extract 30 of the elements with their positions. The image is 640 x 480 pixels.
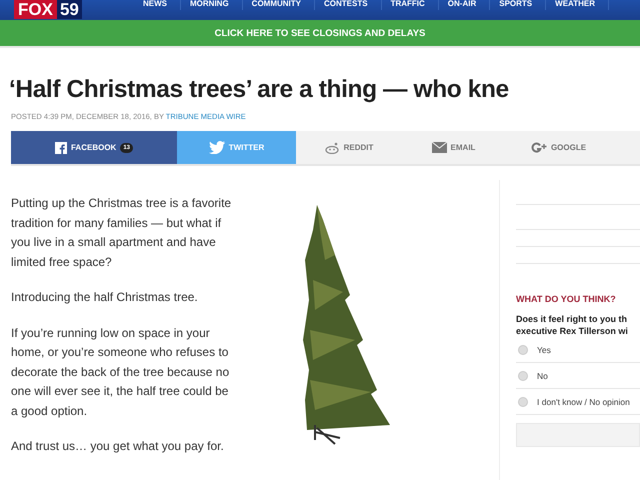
radio-button[interactable] xyxy=(518,344,528,354)
logo[interactable]: FOX 59 xyxy=(14,0,124,20)
radio-button[interactable] xyxy=(518,396,528,406)
option-label: I don't know / No opinion xyxy=(537,396,630,406)
nav-link[interactable]: ON-AIR xyxy=(438,0,490,10)
nav-link[interactable]: WEATHER xyxy=(546,0,609,10)
facebook-icon xyxy=(54,142,67,154)
bird-icon xyxy=(208,141,225,154)
headline: ‘Half Christmas trees’ are a thing — who kne xyxy=(9,75,510,105)
g-plus-icon xyxy=(530,142,547,154)
nav-link[interactable]: CONTESTS xyxy=(315,0,382,10)
nav-link[interactable]: COMMUNITY xyxy=(242,0,315,10)
poll-heading: WHAT DO YOU THINK? xyxy=(516,294,617,304)
nav-link[interactable]: TRAFFIC xyxy=(382,0,439,10)
alien-icon xyxy=(324,142,340,154)
option-label: No xyxy=(537,370,548,380)
article-paragraph: If you’re running low on space in your home, or you’re someone who refuses to decorate the back of the tree because no one will ever see it, the half tree could be a good option. xyxy=(11,324,230,420)
article-paragraph: Putting up the Christmas tree is a favorite tradition for many families — but what if you live in a small apartment and have limited free space? xyxy=(11,195,232,270)
google-share-button[interactable]: GOOGLE xyxy=(506,131,611,164)
option-label: Yes xyxy=(537,344,551,354)
article-paragraph: And trust us… you get what you pay for. xyxy=(11,438,225,455)
nav-link[interactable]: NEWS xyxy=(134,0,181,10)
poll-question: Does it feel right to you th executive Rex Tillerson wi xyxy=(516,313,629,337)
nav-link[interactable]: SPORTS xyxy=(490,0,546,10)
article-paragraph: Introducing the half Christmas tree. xyxy=(11,289,199,306)
reddit-share-button[interactable]: REDDIT xyxy=(296,131,401,164)
email-share-button[interactable]: EMAIL xyxy=(401,131,506,164)
envelope-icon xyxy=(432,142,447,153)
radio-button[interactable] xyxy=(518,370,528,380)
nav-link[interactable]: MORNING xyxy=(181,0,243,10)
